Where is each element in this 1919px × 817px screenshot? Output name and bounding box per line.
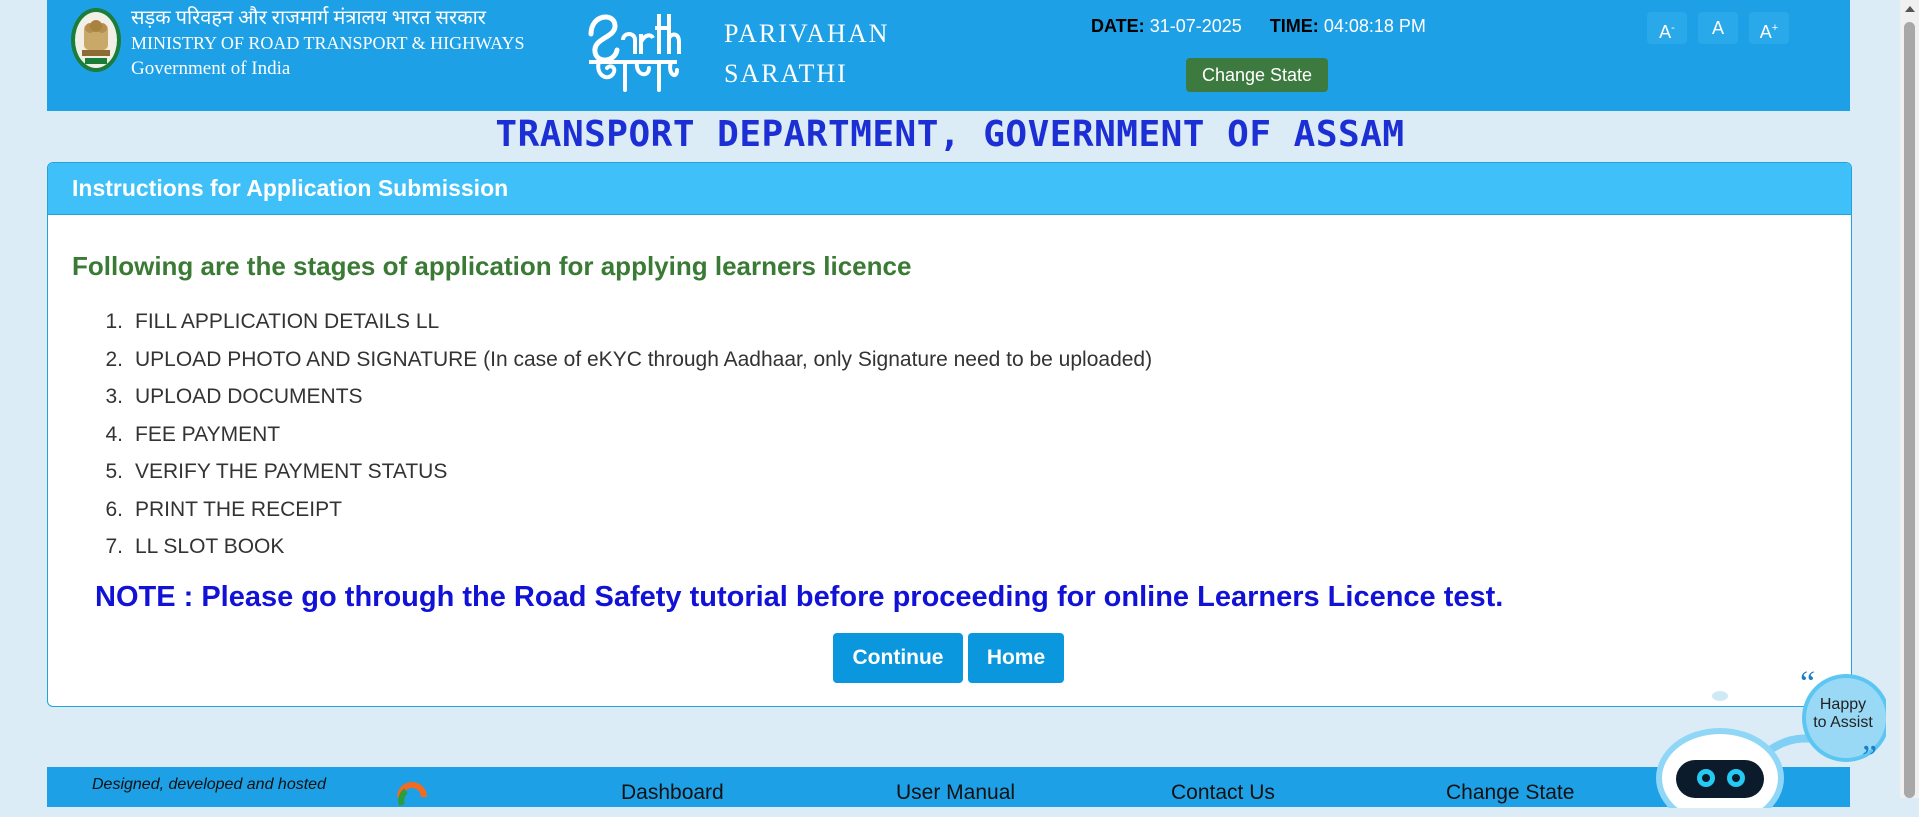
scrollbar-thumb[interactable] [1904,22,1915,798]
date-time: DATE: 31-07-2025 TIME: 04:08:18 PM [1091,16,1426,37]
chatbot-line-1: Happy [1819,696,1867,713]
stage-item: 3. UPLOAD DOCUMENTS [105,385,363,408]
stage-item: 2. UPLOAD PHOTO AND SIGNATURE (In case of… [105,347,1153,371]
stage-item: 1. FILL APPLICATION DETAILS LL [105,310,440,333]
ministry-english: MINISTRY OF ROAD TRANSPORT & HIGHWAYS [131,33,525,53]
page-title: TRANSPORT DEPARTMENT, GOVERNMENT OF ASSA… [495,114,1405,155]
site-header: सड़क परिवहन और राजमार्ग मंत्रालय भारत सर… [47,0,1850,111]
svg-text:”: ” [1862,739,1877,776]
footer-link-user-manual[interactable]: User Manual [896,781,1015,805]
font-decrease-button[interactable]: A- [1647,12,1687,44]
time-label: TIME: [1269,16,1319,36]
font-reset-button[interactable]: A [1698,12,1738,44]
site-footer: Designed, developed and hosted Dashboard… [47,767,1850,807]
instructions-panel: Instructions for Application Submission … [47,162,1852,707]
sarathi-logo-icon [588,14,681,92]
stage-item: 7. LL SLOT BOOK [105,535,285,558]
time-value: 04:08:18 PM [1323,16,1426,36]
vertical-scrollbar[interactable] [1900,0,1919,798]
continue-button[interactable]: Continue [833,633,963,683]
ministry-block: सड़क परिवहन और राजमार्ग मंत्रालय भारत सर… [131,6,525,81]
national-emblem-icon [71,8,121,72]
action-buttons: Continue Home [833,633,1064,683]
stage-item: 5. VERIFY THE PAYMENT STATUS [105,460,448,483]
brand-line-1: PARIVAHAN [724,19,890,48]
footer-link-dashboard[interactable]: Dashboard [621,781,724,805]
stage-item: 4. FEE PAYMENT [105,422,281,446]
date-label: DATE: [1091,16,1145,36]
footer-link-change-state[interactable]: Change State [1446,781,1574,805]
chatbot-line-2: to Assist [1813,714,1873,731]
brand-name: PARIVAHAN SARATHI [724,14,889,94]
panel-heading: Instructions for Application Submission [48,163,1851,215]
footer-link-contact-us[interactable]: Contact Us [1171,781,1275,805]
government-of-india: Government of India [131,58,291,79]
footer-credit: Designed, developed and hosted [92,776,326,793]
font-increase-button[interactable]: A+ [1749,12,1789,44]
change-state-button[interactable]: Change State [1186,58,1328,92]
ministry-hindi: सड़क परिवहन और राजमार्ग मंत्रालय भारत सर… [131,7,486,29]
date-value: 31-07-2025 [1149,16,1242,36]
chatbot-bubble-text[interactable]: Happy to Assist [1806,696,1880,732]
home-button[interactable]: Home [968,633,1064,683]
nic-logo-icon [397,782,427,807]
brand-line-2: SARATHI [724,59,848,88]
stage-item: 6. PRINT THE RECEIPT [105,497,342,521]
stages-heading: Following are the stages of application … [72,251,912,281]
scroll-up-arrow-icon[interactable] [1905,6,1915,12]
road-safety-note: NOTE : Please go through the Road Safety… [95,581,1504,613]
stages-list: 1. FILL APPLICATION DETAILS LL 2. UPLOAD P… [95,303,1152,566]
chatbot-assistant-icon[interactable]: “ ” [1640,668,1886,808]
